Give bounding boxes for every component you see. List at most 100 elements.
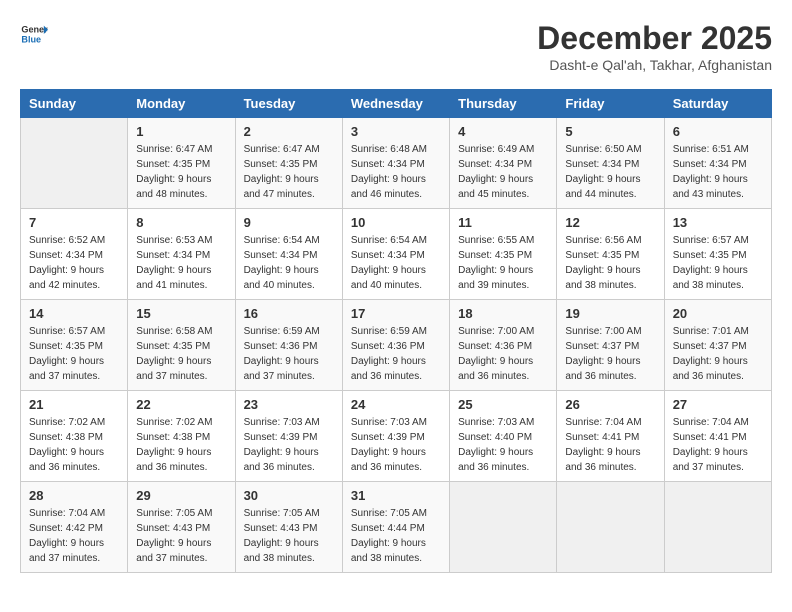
day-number: 31: [351, 488, 441, 503]
day-info: Sunrise: 6:47 AM Sunset: 4:35 PM Dayligh…: [244, 142, 334, 202]
day-info: Sunrise: 6:57 AM Sunset: 4:35 PM Dayligh…: [673, 233, 763, 293]
day-number: 27: [673, 397, 763, 412]
day-number: 4: [458, 124, 548, 139]
day-number: 23: [244, 397, 334, 412]
day-info: Sunrise: 6:58 AM Sunset: 4:35 PM Dayligh…: [136, 324, 226, 384]
month-title: December 2025: [537, 20, 772, 57]
day-cell: 26Sunrise: 7:04 AM Sunset: 4:41 PM Dayli…: [557, 391, 664, 482]
day-cell: 7 Sunrise: 6:52 AM Sunset: 4:34 PM Daylig…: [21, 209, 128, 300]
logo-icon: General Blue: [20, 20, 48, 48]
day-cell: 15Sunrise: 6:58 AM Sunset: 4:35 PM Dayli…: [128, 300, 235, 391]
day-number: 29: [136, 488, 226, 503]
header-cell-thursday: Thursday: [450, 90, 557, 118]
day-cell: 22 Sunrise: 7:02 AM Sunset: 4:38 PM Dayli…: [128, 391, 235, 482]
header-cell-saturday: Saturday: [664, 90, 771, 118]
day-info: Sunrise: 7:03 AM Sunset: 4:39 PM Dayligh…: [244, 415, 334, 475]
day-cell: 30 Sunrise: 7:05 AM Sunset: 4:43 PM Dayli…: [235, 482, 342, 573]
day-cell: 11 Sunrise: 6:55 AM Sunset: 4:35 PM Dayli…: [450, 209, 557, 300]
day-number: 1: [136, 124, 226, 139]
day-info: Sunrise: 7:05 AM Sunset: 4:44 PM Dayligh…: [351, 506, 441, 566]
day-number: 13: [673, 215, 763, 230]
week-row-5: 28Sunrise: 7:04 AM Sunset: 4:42 PM Dayli…: [21, 482, 772, 573]
day-cell: 28Sunrise: 7:04 AM Sunset: 4:42 PM Dayli…: [21, 482, 128, 573]
day-info: Sunrise: 7:02 AM Sunset: 4:38 PM Dayligh…: [136, 415, 226, 475]
svg-text:Blue: Blue: [21, 34, 41, 44]
day-cell: 31 Sunrise: 7:05 AM Sunset: 4:44 PM Dayli…: [342, 482, 449, 573]
day-number: 14: [29, 306, 119, 321]
day-number: 25: [458, 397, 548, 412]
day-info: Sunrise: 6:52 AM Sunset: 4:34 PM Dayligh…: [29, 233, 119, 293]
day-cell: 14 Sunrise: 6:57 AM Sunset: 4:35 PM Dayli…: [21, 300, 128, 391]
day-info: Sunrise: 6:53 AM Sunset: 4:34 PM Dayligh…: [136, 233, 226, 293]
day-number: 11: [458, 215, 548, 230]
day-number: 9: [244, 215, 334, 230]
subtitle: Dasht-e Qal'ah, Takhar, Afghanistan: [537, 57, 772, 73]
day-info: Sunrise: 6:49 AM Sunset: 4:34 PM Dayligh…: [458, 142, 548, 202]
day-info: Sunrise: 7:03 AM Sunset: 4:40 PM Dayligh…: [458, 415, 548, 475]
day-number: 10: [351, 215, 441, 230]
day-info: Sunrise: 7:00 AM Sunset: 4:36 PM Dayligh…: [458, 324, 548, 384]
day-cell: 19 Sunrise: 7:00 AM Sunset: 4:37 PM Dayli…: [557, 300, 664, 391]
day-number: 30: [244, 488, 334, 503]
day-info: Sunrise: 6:57 AM Sunset: 4:35 PM Dayligh…: [29, 324, 119, 384]
header-cell-friday: Friday: [557, 90, 664, 118]
day-info: Sunrise: 6:59 AM Sunset: 4:36 PM Dayligh…: [351, 324, 441, 384]
day-cell: 25 Sunrise: 7:03 AM Sunset: 4:40 PM Dayli…: [450, 391, 557, 482]
day-info: Sunrise: 7:04 AM Sunset: 4:41 PM Dayligh…: [673, 415, 763, 475]
day-cell: 16Sunrise: 6:59 AM Sunset: 4:36 PM Dayli…: [235, 300, 342, 391]
header-row: SundayMondayTuesdayWednesdayThursdayFrid…: [21, 90, 772, 118]
day-info: Sunrise: 7:02 AM Sunset: 4:38 PM Dayligh…: [29, 415, 119, 475]
day-cell: 17 Sunrise: 6:59 AM Sunset: 4:36 PM Dayli…: [342, 300, 449, 391]
day-number: 20: [673, 306, 763, 321]
day-number: 24: [351, 397, 441, 412]
week-row-4: 21Sunrise: 7:02 AM Sunset: 4:38 PM Dayli…: [21, 391, 772, 482]
header-cell-sunday: Sunday: [21, 90, 128, 118]
day-number: 16: [244, 306, 334, 321]
day-info: Sunrise: 6:54 AM Sunset: 4:34 PM Dayligh…: [351, 233, 441, 293]
header-cell-tuesday: Tuesday: [235, 90, 342, 118]
day-info: Sunrise: 7:01 AM Sunset: 4:37 PM Dayligh…: [673, 324, 763, 384]
title-area: December 2025 Dasht-e Qal'ah, Takhar, Af…: [537, 20, 772, 73]
day-info: Sunrise: 6:55 AM Sunset: 4:35 PM Dayligh…: [458, 233, 548, 293]
calendar-table: SundayMondayTuesdayWednesdayThursdayFrid…: [20, 89, 772, 573]
day-info: Sunrise: 6:56 AM Sunset: 4:35 PM Dayligh…: [565, 233, 655, 293]
day-number: 19: [565, 306, 655, 321]
logo: General Blue: [20, 20, 48, 48]
day-cell: [557, 482, 664, 573]
day-number: 3: [351, 124, 441, 139]
header: General Blue December 2025 Dasht-e Qal'a…: [20, 20, 772, 73]
day-number: 7: [29, 215, 119, 230]
day-cell: 23 Sunrise: 7:03 AM Sunset: 4:39 PM Dayli…: [235, 391, 342, 482]
day-cell: 8 Sunrise: 6:53 AM Sunset: 4:34 PM Daylig…: [128, 209, 235, 300]
day-info: Sunrise: 7:05 AM Sunset: 4:43 PM Dayligh…: [244, 506, 334, 566]
day-info: Sunrise: 7:03 AM Sunset: 4:39 PM Dayligh…: [351, 415, 441, 475]
day-cell: [21, 118, 128, 209]
day-cell: 18Sunrise: 7:00 AM Sunset: 4:36 PM Dayli…: [450, 300, 557, 391]
header-cell-monday: Monday: [128, 90, 235, 118]
day-info: Sunrise: 6:51 AM Sunset: 4:34 PM Dayligh…: [673, 142, 763, 202]
day-cell: [664, 482, 771, 573]
day-info: Sunrise: 7:00 AM Sunset: 4:37 PM Dayligh…: [565, 324, 655, 384]
day-cell: 9Sunrise: 6:54 AM Sunset: 4:34 PM Daylig…: [235, 209, 342, 300]
day-info: Sunrise: 6:47 AM Sunset: 4:35 PM Dayligh…: [136, 142, 226, 202]
day-cell: 3 Sunrise: 6:48 AM Sunset: 4:34 PM Daylig…: [342, 118, 449, 209]
day-cell: 12 Sunrise: 6:56 AM Sunset: 4:35 PM Dayli…: [557, 209, 664, 300]
day-number: 17: [351, 306, 441, 321]
day-number: 5: [565, 124, 655, 139]
day-cell: 5Sunrise: 6:50 AM Sunset: 4:34 PM Daylig…: [557, 118, 664, 209]
day-cell: 24 Sunrise: 7:03 AM Sunset: 4:39 PM Dayli…: [342, 391, 449, 482]
day-info: Sunrise: 6:48 AM Sunset: 4:34 PM Dayligh…: [351, 142, 441, 202]
week-row-1: 1 Sunrise: 6:47 AM Sunset: 4:35 PM Daylig…: [21, 118, 772, 209]
day-cell: 10 Sunrise: 6:54 AM Sunset: 4:34 PM Dayli…: [342, 209, 449, 300]
day-number: 8: [136, 215, 226, 230]
day-number: 6: [673, 124, 763, 139]
day-number: 12: [565, 215, 655, 230]
day-cell: 21Sunrise: 7:02 AM Sunset: 4:38 PM Dayli…: [21, 391, 128, 482]
day-cell: 20 Sunrise: 7:01 AM Sunset: 4:37 PM Dayli…: [664, 300, 771, 391]
day-number: 22: [136, 397, 226, 412]
day-cell: 29 Sunrise: 7:05 AM Sunset: 4:43 PM Dayli…: [128, 482, 235, 573]
day-number: 28: [29, 488, 119, 503]
day-info: Sunrise: 7:05 AM Sunset: 4:43 PM Dayligh…: [136, 506, 226, 566]
day-cell: [450, 482, 557, 573]
day-number: 26: [565, 397, 655, 412]
